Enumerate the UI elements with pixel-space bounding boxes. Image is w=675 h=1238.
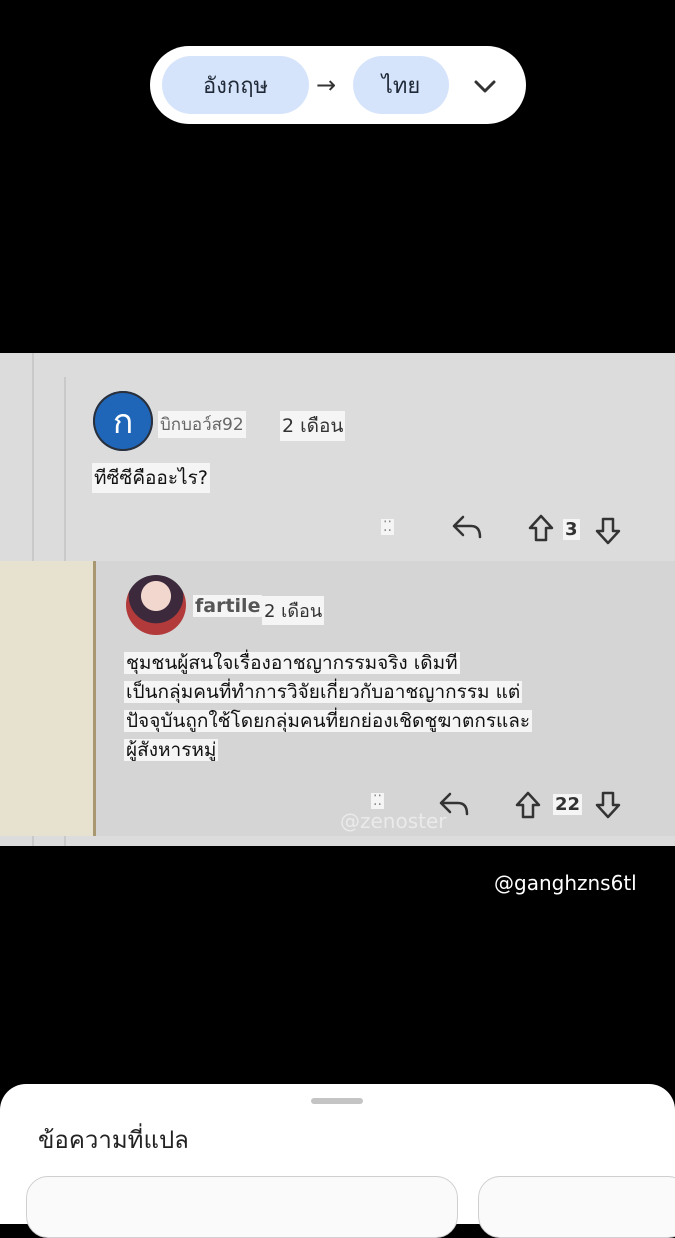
video-watermark: @zenoster	[340, 809, 447, 833]
reply-indent-bar	[93, 561, 96, 836]
downvote-icon[interactable]	[594, 516, 622, 546]
vote-count: 3	[563, 519, 580, 540]
target-language-button[interactable]: ไทย	[353, 56, 449, 114]
sheet-title: ข้อความที่แปล	[38, 1126, 189, 1154]
reply-indent	[0, 561, 95, 836]
avatar-letter: ก	[112, 402, 134, 442]
source-language-button[interactable]: อังกฤษ	[162, 56, 309, 114]
chevron-down-icon[interactable]	[471, 72, 499, 100]
more-dots-icon[interactable]: ⁚⁚	[371, 793, 384, 809]
drag-handle[interactable]	[311, 1098, 363, 1104]
source-language-label: อังกฤษ	[202, 73, 269, 99]
translation-card[interactable]	[26, 1176, 458, 1238]
comment-text: ชุมชนผู้สนใจเรื่องอาชญากรรมจริง เดิมที เ…	[124, 649, 624, 765]
language-selector: อังกฤษ → ไทย	[150, 46, 526, 124]
comment-time: 2 เดือน	[280, 411, 346, 441]
arrow-right-icon: →	[316, 71, 337, 99]
comment-line: ชุมชนผู้สนใจเรื่องอาชญากรรมจริง เดิมที	[124, 652, 460, 674]
avatar[interactable]	[126, 575, 186, 635]
comment-line: ปัจจุบันถูกใช้โดยกลุ่มคนที่ยกย่องเชิดชูฆ…	[124, 710, 533, 732]
comment-screenshot: ก บิกบอว์ส92 2 เดือน ทีซีซีคืออะไร? ⁚⁚ 3…	[0, 353, 675, 846]
target-language-label: ไทย	[381, 73, 421, 99]
downvote-icon[interactable]	[594, 790, 622, 820]
translation-card[interactable]	[478, 1176, 675, 1238]
comment-line: ผู้สังหารหมู่	[124, 739, 219, 761]
comment-text: ทีซีซีคืออะไร?	[92, 463, 210, 493]
translated-text-sheet: ข้อความที่แปล	[0, 1084, 675, 1238]
comment-username[interactable]: fartile	[193, 595, 263, 617]
comment-username[interactable]: บิกบอว์ส92	[158, 411, 246, 438]
comment-line: เป็นกลุ่มคนที่ทำการวิจัยเกี่ยวกับอาชญากร…	[124, 681, 523, 703]
vote-count: 22	[553, 794, 583, 815]
comment-time: 2 เดือน	[262, 596, 325, 625]
more-dots-icon[interactable]: ⁚⁚	[381, 519, 394, 535]
avatar[interactable]: ก	[93, 391, 153, 451]
tiktok-watermark: @ganghzns6tl	[494, 871, 637, 895]
upvote-icon[interactable]	[514, 790, 542, 820]
upvote-icon[interactable]	[527, 513, 555, 543]
reply-icon[interactable]	[451, 513, 483, 543]
